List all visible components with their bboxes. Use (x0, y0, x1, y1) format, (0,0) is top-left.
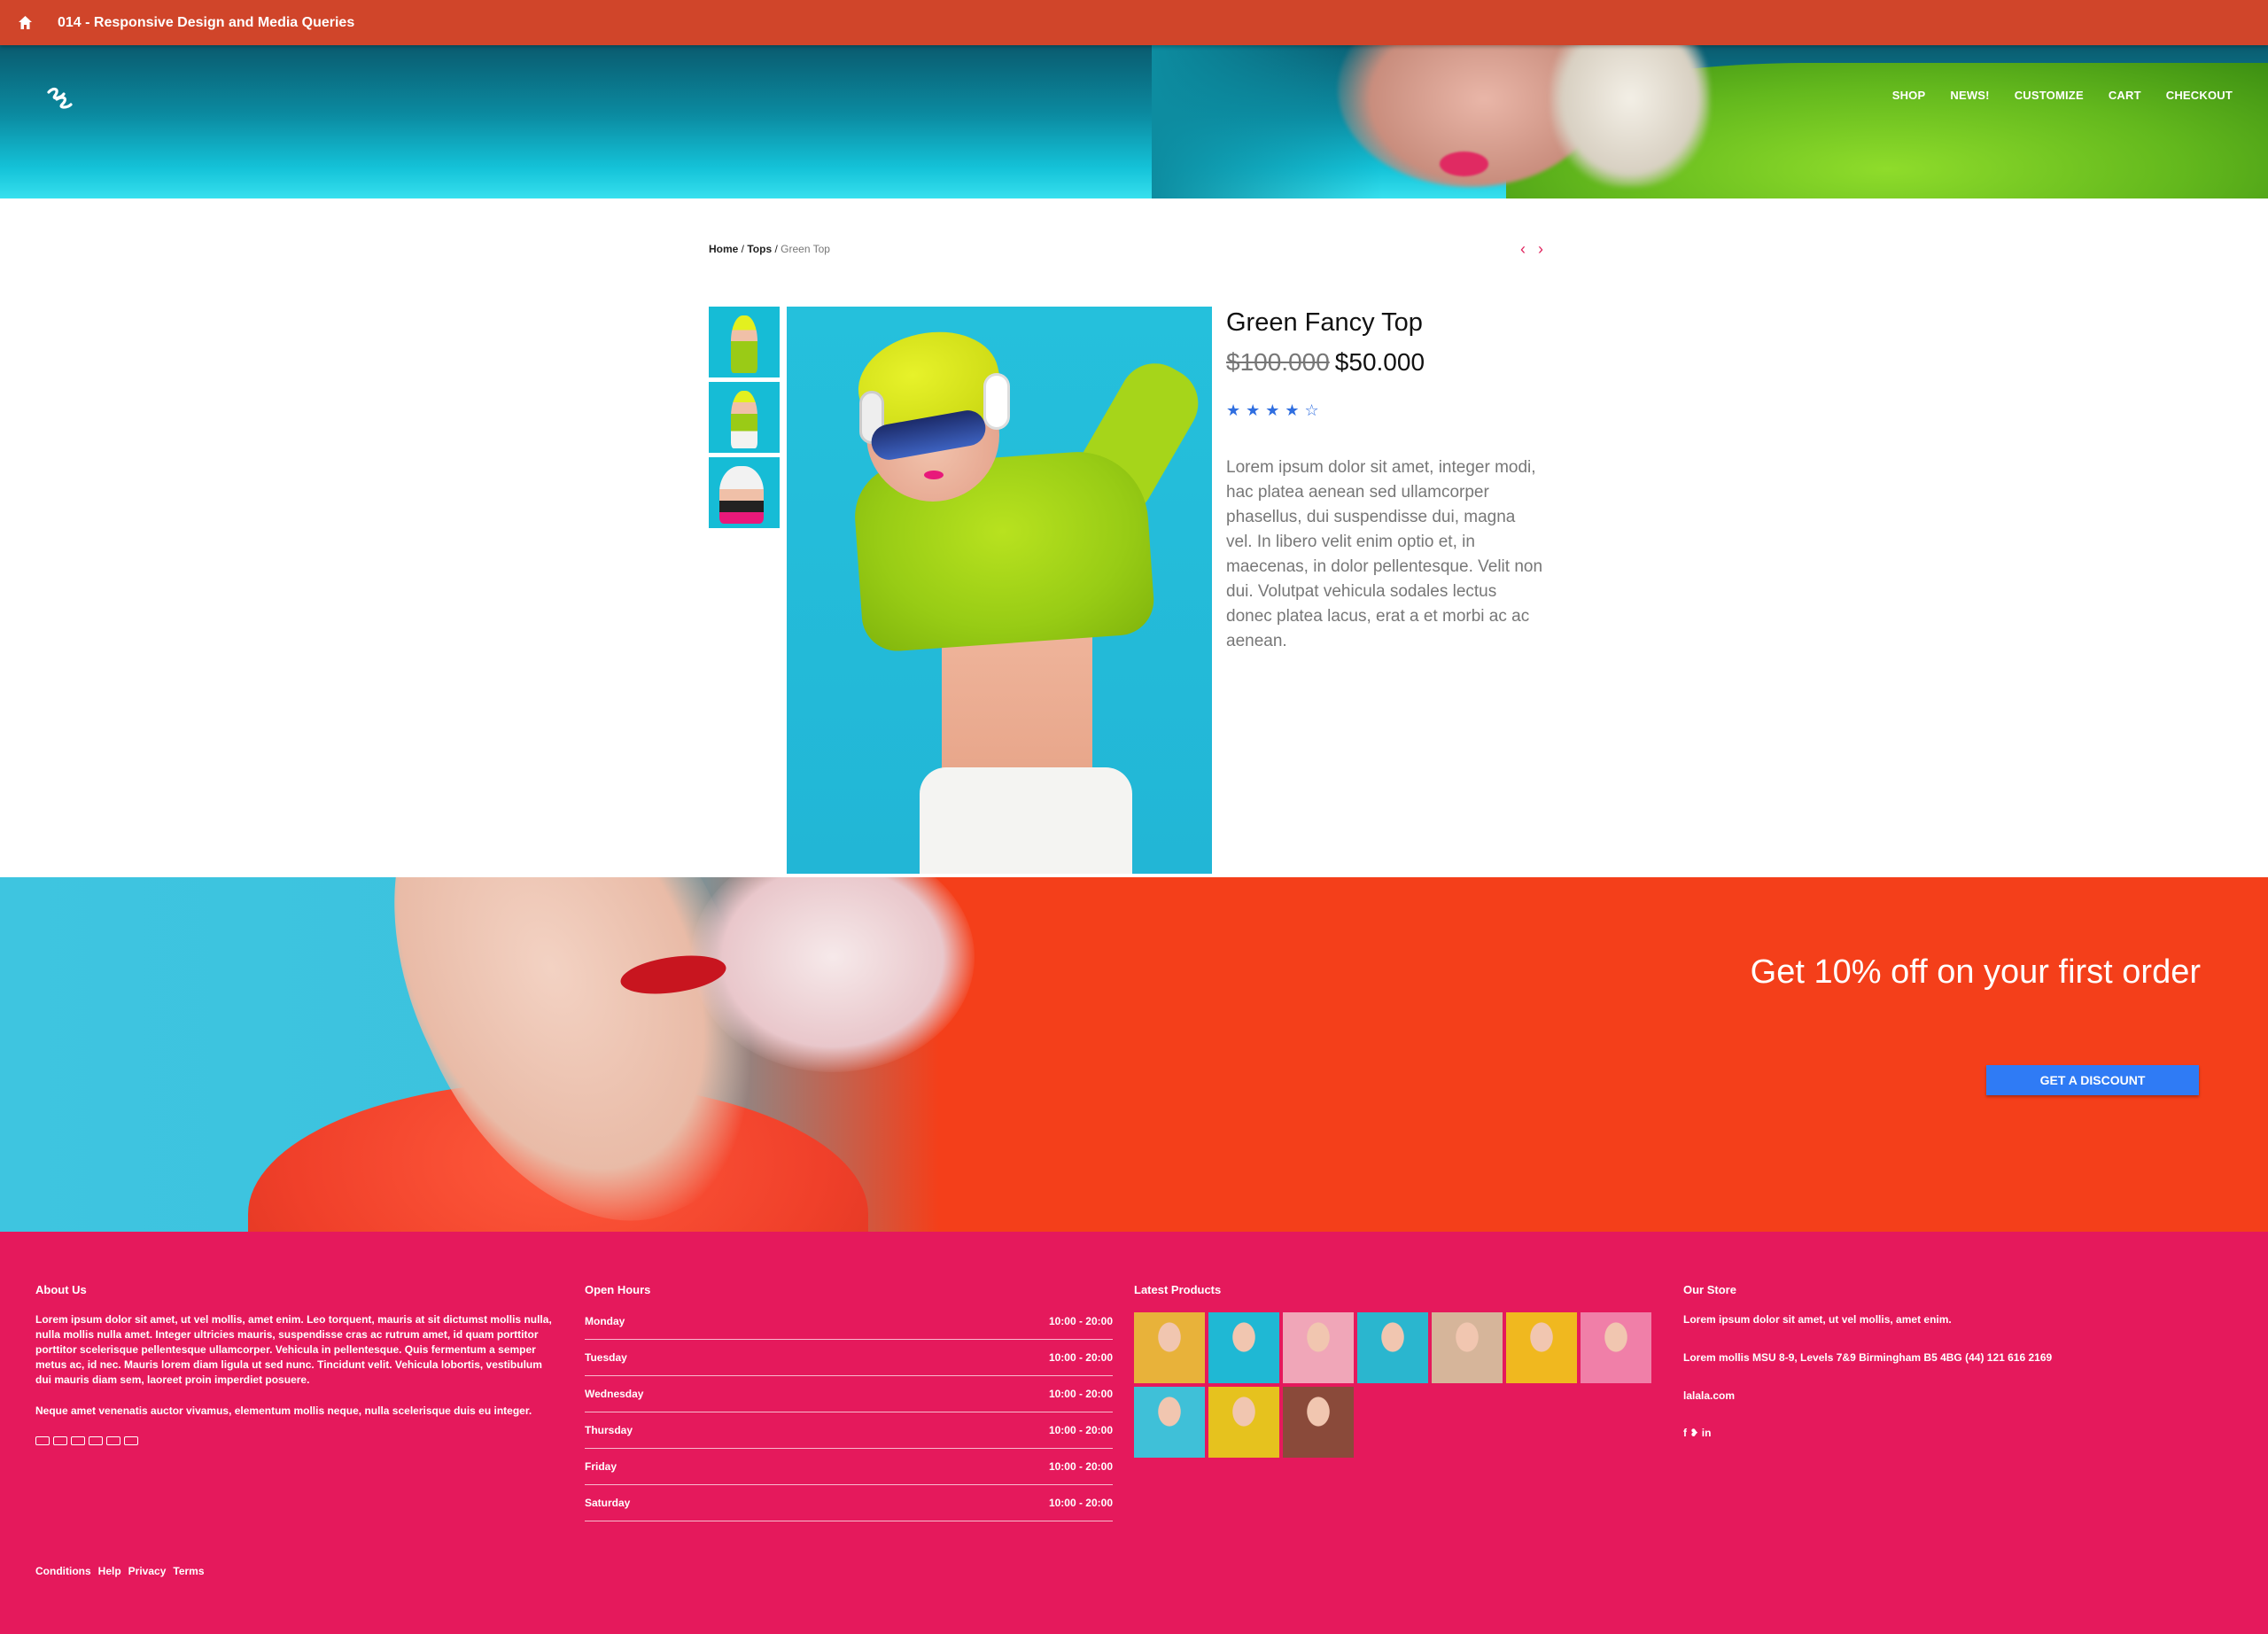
thumbnail-list (709, 307, 780, 533)
breadcrumb: Home / Tops / Green Top (709, 243, 830, 255)
nav-shop[interactable]: SHOP (1892, 89, 1926, 102)
help-link[interactable]: Help (98, 1565, 121, 1577)
footer-hours: Open Hours Monday 10:00 - 20:00 Tuesday 10… (585, 1283, 1113, 1521)
hours-row: Saturday 10:00 - 20:00 (585, 1485, 1113, 1521)
hours-row: Monday 10:00 - 20:00 (585, 1303, 1113, 1340)
footer-store: Our Store Lorem ipsum dolor sit amet, ut… (1683, 1283, 2215, 1439)
latest-product-thumbnail[interactable] (1581, 1312, 1651, 1383)
store-website[interactable]: lalala.com (1683, 1389, 2215, 1404)
footer-about: About Us Lorem ipsum dolor sit amet, ut … (35, 1283, 558, 1445)
main-nav: SHOP NEWS! CUSTOMIZE CART CHECKOUT (1868, 89, 2233, 102)
product-main-image[interactable] (787, 307, 1212, 874)
promo-headline: Get 10% off on your first order (1750, 953, 2201, 991)
latest-products-grid (1134, 1312, 1657, 1458)
footer-latest-products: Latest Products (1134, 1283, 1657, 1458)
product-pager: ‹ › (1520, 241, 1543, 257)
next-product-button[interactable]: › (1538, 241, 1543, 257)
latest-product-thumbnail[interactable] (1134, 1387, 1205, 1458)
breadcrumb-tops[interactable]: Tops (747, 243, 772, 255)
card-icon (71, 1436, 85, 1445)
payment-icons (35, 1436, 558, 1445)
breadcrumb-home[interactable]: Home (709, 243, 738, 255)
product-description: Lorem ipsum dolor sit amet, integer modi… (1226, 458, 1543, 650)
hours-row: Thursday 10:00 - 20:00 (585, 1412, 1113, 1449)
prev-product-button[interactable]: ‹ (1520, 241, 1526, 257)
hero-header (0, 45, 2268, 198)
terms-link[interactable]: Terms (173, 1565, 204, 1577)
hours-row: Wednesday 10:00 - 20:00 (585, 1376, 1113, 1412)
linkedin-icon[interactable]: in (1702, 1427, 1712, 1439)
latest-product-thumbnail[interactable] (1506, 1312, 1577, 1383)
latest-product-thumbnail[interactable] (1208, 1387, 1279, 1458)
card-icon (106, 1436, 120, 1445)
nav-checkout[interactable]: CHECKOUT (2166, 89, 2233, 102)
thumbnail[interactable] (709, 382, 780, 453)
card-icon (35, 1436, 50, 1445)
latest-product-thumbnail[interactable] (1134, 1312, 1205, 1383)
nav-customize[interactable]: CUSTOMIZE (2015, 89, 2084, 102)
hours-row: Friday 10:00 - 20:00 (585, 1449, 1113, 1485)
app-title: 014 - Responsive Design and Media Querie… (58, 14, 355, 30)
breadcrumb-current: Green Top (781, 243, 830, 255)
site-footer: About Us Lorem ipsum dolor sit amet, ut … (0, 1232, 2268, 1634)
store-title: Our Store (1683, 1283, 1736, 1296)
hero-photo (1258, 45, 2268, 198)
site-logo[interactable] (44, 85, 74, 112)
latest-product-thumbnail[interactable] (1357, 1312, 1428, 1383)
latest-title: Latest Products (1134, 1283, 1222, 1296)
thumbnail[interactable] (709, 457, 780, 528)
conditions-link[interactable]: Conditions (35, 1565, 91, 1577)
latest-product-thumbnail[interactable] (1283, 1312, 1354, 1383)
product-name: Green Fancy Top (1226, 308, 1423, 337)
rating-stars[interactable]: ★★★★☆ (1226, 401, 1545, 420)
privacy-link[interactable]: Privacy (128, 1565, 167, 1577)
latest-product-thumbnail[interactable] (1432, 1312, 1503, 1383)
twitter-icon[interactable]: ❥ (1689, 1427, 1698, 1439)
store-line: Lorem ipsum dolor sit amet, ut vel molli… (1683, 1313, 1952, 1326)
card-icon (89, 1436, 103, 1445)
card-icon (124, 1436, 138, 1445)
hours-title: Open Hours (585, 1283, 651, 1296)
thumbnail[interactable] (709, 307, 780, 377)
product-info: Green Fancy Top $100.000 $50.000 ★★★★☆ Lo… (1226, 308, 1545, 654)
nav-news[interactable]: NEWS! (1950, 89, 1989, 102)
promo-banner: Get 10% off on your first order GET A DI… (0, 877, 2268, 1232)
hours-row: Tuesday 10:00 - 20:00 (585, 1340, 1113, 1376)
get-discount-button[interactable]: GET A DISCOUNT (1986, 1065, 2199, 1095)
latest-product-thumbnail[interactable] (1283, 1387, 1354, 1458)
facebook-icon[interactable]: f (1683, 1427, 1687, 1439)
home-icon[interactable] (18, 15, 33, 30)
store-address: Lorem mollis MSU 8-9, Levels 7&9 Birming… (1683, 1351, 2053, 1364)
latest-product-thumbnail[interactable] (1208, 1312, 1279, 1383)
social-links[interactable]: f ❥ in (1683, 1427, 2215, 1439)
product-price: $100.000 $50.000 (1226, 348, 1545, 377)
nav-cart[interactable]: CART (2109, 89, 2141, 102)
about-text-2: Neque amet venenatis auctor vivamus, ele… (35, 1404, 532, 1417)
about-text: Lorem ipsum dolor sit amet, ut vel molli… (35, 1313, 552, 1386)
about-title: About Us (35, 1283, 87, 1296)
legal-links: Conditions Help Privacy Terms (35, 1565, 205, 1577)
card-icon (53, 1436, 67, 1445)
old-price: $100.000 (1226, 348, 1330, 376)
current-price: $50.000 (1334, 348, 1425, 376)
app-bar: 014 - Responsive Design and Media Querie… (0, 0, 2268, 45)
